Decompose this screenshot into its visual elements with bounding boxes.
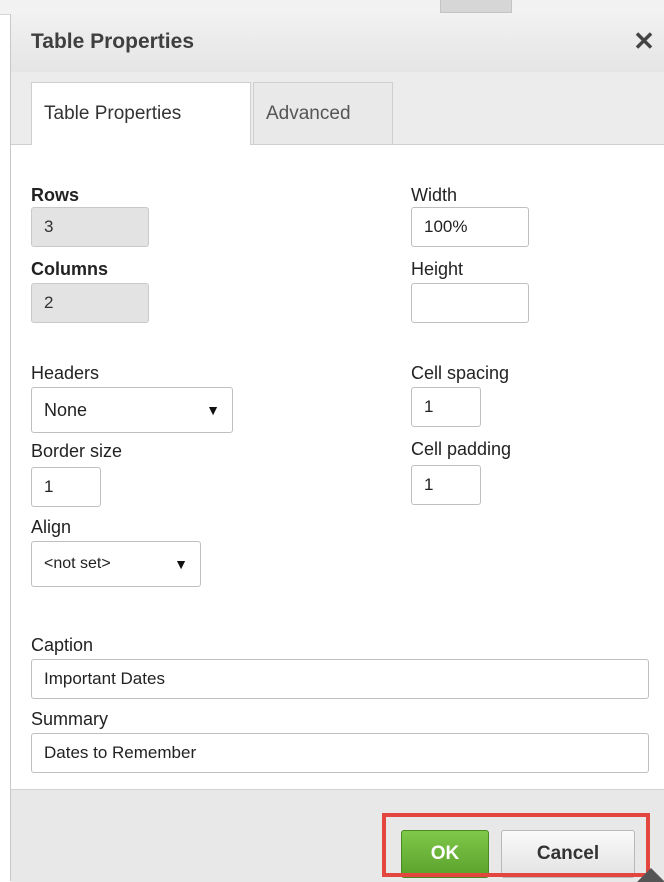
dropdown-arrow-icon: ▼ — [174, 556, 188, 572]
columns-label: Columns — [31, 259, 109, 279]
cell-padding-label: Cell padding — [411, 439, 512, 459]
background-toolbar-strip — [0, 0, 664, 15]
headers-label: Headers — [31, 363, 100, 383]
resize-handle-icon[interactable] — [637, 868, 664, 882]
background-toolbar-handle — [440, 0, 512, 13]
height-field[interactable] — [411, 283, 529, 323]
columns-field[interactable]: 2 — [31, 283, 149, 323]
dialog-title: Table Properties — [31, 30, 194, 53]
width-field[interactable]: 100% — [411, 207, 529, 247]
caption-label: Caption — [31, 635, 94, 655]
dropdown-arrow-icon: ▼ — [206, 402, 220, 418]
headers-select-value: None — [44, 400, 88, 420]
dialog-titlebar[interactable]: Table Properties ✕ — [11, 14, 664, 73]
border-size-field[interactable]: 1 — [31, 467, 101, 507]
rows-label: Rows — [31, 185, 80, 205]
tab-bar: Table Properties Advanced — [11, 72, 664, 145]
caption-field[interactable]: Important Dates — [31, 659, 649, 699]
cell-spacing-label: Cell spacing — [411, 363, 510, 383]
cell-padding-field[interactable]: 1 — [411, 465, 481, 505]
align-select[interactable]: <not set> ▼ — [31, 541, 201, 587]
rows-field[interactable]: 3 — [31, 207, 149, 247]
table-properties-dialog: Table Properties ✕ Table Properties Adva… — [10, 14, 664, 882]
align-label: Align — [31, 517, 72, 537]
headers-select[interactable]: None ▼ — [31, 387, 233, 433]
close-icon[interactable]: ✕ — [629, 26, 659, 56]
summary-field[interactable]: Dates to Remember — [31, 733, 649, 773]
cell-spacing-field[interactable]: 1 — [411, 387, 481, 427]
align-select-value: <not set> — [44, 555, 111, 572]
width-label: Width — [411, 185, 458, 205]
tab-advanced[interactable]: Advanced — [253, 82, 393, 144]
border-size-label: Border size — [31, 441, 123, 461]
buttons-highlight-box — [382, 813, 650, 877]
dialog-footer: OK Cancel — [11, 789, 664, 882]
tab-table-properties[interactable]: Table Properties — [31, 82, 251, 145]
height-label: Height — [411, 259, 464, 279]
summary-label: Summary — [31, 709, 109, 729]
